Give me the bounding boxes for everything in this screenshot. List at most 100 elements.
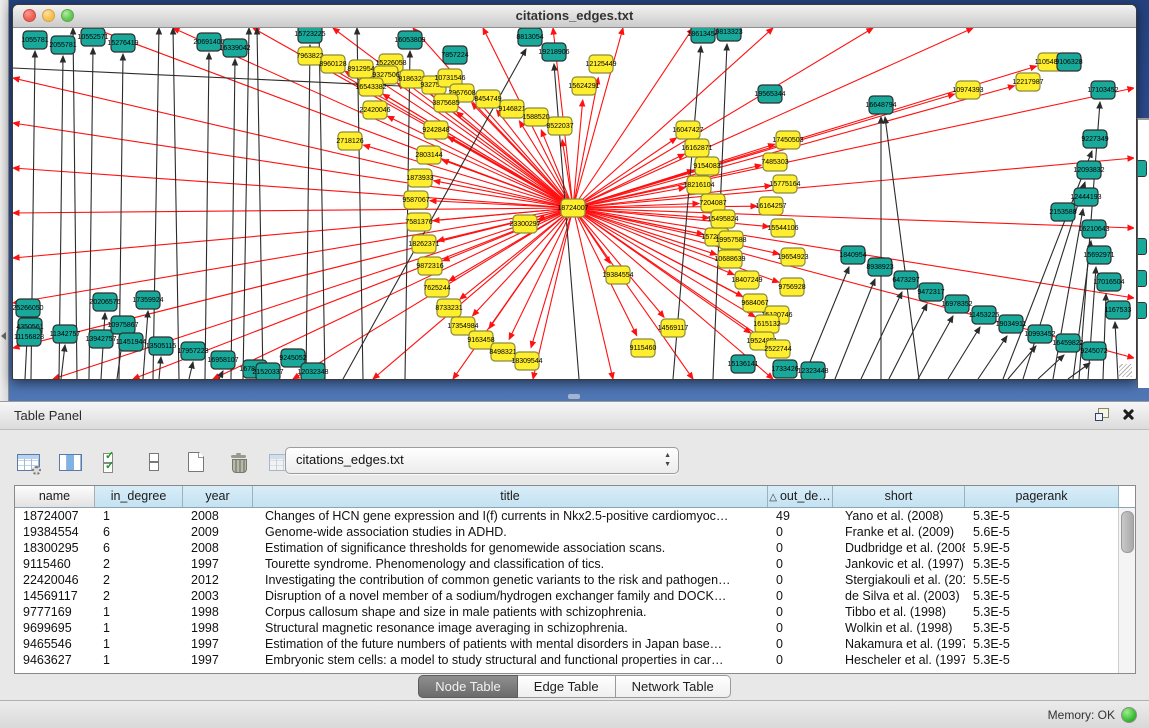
network-graph[interactable]: 7963822896012889129541522605893275061654…	[13, 28, 1134, 379]
network-node[interactable]: 10993452	[1024, 325, 1055, 343]
network-node[interactable]: 12323448	[797, 362, 828, 379]
new-table-icon[interactable]	[182, 447, 210, 477]
network-node[interactable]: 18613454	[687, 28, 718, 43]
table-row[interactable]: 946554611997Estimation of the future num…	[15, 636, 1119, 652]
network-node[interactable]: 16459822	[1052, 334, 1083, 352]
network-node[interactable]: 1840954	[839, 246, 866, 264]
network-node[interactable]: 7485303	[761, 153, 788, 171]
network-node[interactable]: 18407249	[731, 271, 762, 289]
network-node[interactable]: 9472317	[917, 283, 944, 301]
network-node[interactable]: 8960128	[319, 55, 346, 73]
network-node[interactable]: 23300297	[509, 215, 540, 233]
network-node[interactable]: 10552571	[77, 28, 108, 46]
window-titlebar[interactable]: citations_edges.txt	[13, 5, 1136, 28]
delete-table-icon[interactable]	[224, 447, 252, 477]
select-columns-icon[interactable]: ✓ ✓	[98, 447, 126, 477]
network-node[interactable]: 19565344	[754, 85, 785, 103]
network-node[interactable]: 1733426	[771, 360, 798, 378]
network-node[interactable]: 16210643	[1078, 220, 1109, 238]
network-node[interactable]: 17016504	[1093, 273, 1124, 291]
network-node[interactable]: 6473297	[892, 271, 919, 289]
network-node[interactable]: 16053809	[394, 31, 425, 49]
window-resize-grip[interactable]	[1119, 364, 1132, 377]
network-node-hub[interactable]: 18724007	[557, 199, 588, 217]
network-node[interactable]: 8522037	[546, 117, 573, 135]
network-node[interactable]: 22420046	[359, 101, 390, 119]
network-node[interactable]: 1055781	[21, 31, 48, 49]
network-node[interactable]: 9106328	[1055, 53, 1082, 71]
network-node[interactable]: 9115460	[630, 339, 657, 357]
network-node[interactable]: 2055781	[49, 36, 76, 54]
network-node[interactable]: 11451944	[116, 333, 147, 351]
network-node[interactable]: 15692971	[1083, 246, 1114, 264]
network-node[interactable]: 2153588	[1049, 203, 1076, 221]
table-row[interactable]: 1872400712008Changes of HCN gene express…	[15, 508, 1119, 524]
tab-node-table[interactable]: Node Table	[418, 675, 518, 698]
network-node[interactable]: 12217987	[1012, 73, 1043, 91]
network-node[interactable]: 11342757	[50, 325, 81, 343]
network-node[interactable]: 18309544	[511, 352, 542, 370]
network-node[interactable]: 17103452	[1087, 81, 1118, 99]
column-header-year[interactable]: year	[183, 486, 253, 507]
network-node[interactable]: 8813054	[516, 28, 543, 46]
horizontal-split-handle[interactable]	[568, 394, 580, 399]
column-header-pagerank[interactable]: pagerank	[965, 486, 1119, 507]
table-row[interactable]: 1938455462009Genome-wide association stu…	[15, 524, 1119, 540]
network-node[interactable]: 8912954	[347, 60, 374, 78]
vertical-scrollbar[interactable]	[1118, 508, 1135, 673]
network-node[interactable]: 19218906	[538, 43, 569, 61]
table-row[interactable]: 1456911722003Disruption of a novel membe…	[15, 588, 1119, 604]
network-node[interactable]: 16339042	[219, 39, 250, 57]
network-node[interactable]: 8733231	[435, 299, 462, 317]
network-node[interactable]: 9242848	[422, 121, 449, 139]
table-row[interactable]: 2242004622012Investigating the contribut…	[15, 572, 1119, 588]
network-node[interactable]: 16164257	[755, 197, 786, 215]
network-node[interactable]: 9756928	[778, 278, 805, 296]
network-view-window[interactable]: citations_edges.txt 79638228960128891295…	[12, 4, 1137, 380]
network-node[interactable]: 19384554	[602, 266, 633, 284]
network-node[interactable]: 10975867	[107, 316, 138, 334]
column-header-title[interactable]: title	[253, 486, 768, 507]
network-node[interactable]: 15775164	[769, 175, 800, 193]
network-node[interactable]: 16978352	[941, 295, 972, 313]
network-node[interactable]: 12125449	[585, 55, 616, 73]
network-node[interactable]: 9587067	[402, 191, 429, 209]
network-node[interactable]: 19034911	[996, 315, 1027, 333]
float-panel-icon[interactable]	[1095, 408, 1109, 421]
network-node[interactable]: 16648794	[865, 96, 896, 114]
network-node[interactable]: 9245072	[1080, 342, 1107, 360]
network-node[interactable]: 19957588	[715, 231, 746, 249]
column-header-outde[interactable]: △out_de…	[768, 486, 833, 507]
network-node[interactable]: 9227349	[1081, 130, 1108, 148]
network-node[interactable]: 15276419	[107, 34, 138, 52]
tab-network-table[interactable]: Network Table	[616, 675, 731, 698]
network-node[interactable]: 2803144	[415, 146, 442, 164]
network-node[interactable]: 9872316	[416, 257, 443, 275]
network-node[interactable]: 2718126	[336, 132, 363, 150]
rows-icon[interactable]	[140, 447, 168, 477]
column-header-indegree[interactable]: in_degree	[95, 486, 183, 507]
network-node[interactable]: 9813323	[715, 28, 742, 41]
tab-edge-table[interactable]: Edge Table	[518, 675, 616, 698]
network-node[interactable]: 1167533	[1105, 301, 1132, 319]
close-panel-icon[interactable]	[1122, 408, 1135, 421]
table-panel-header[interactable]: Table Panel	[0, 402, 1149, 430]
collapse-left-arrow-icon[interactable]	[1, 332, 6, 340]
network-node[interactable]: 21520337	[252, 363, 283, 379]
network-node[interactable]: 10688639	[714, 250, 745, 268]
table-row[interactable]: 969969511998Structural magnetic resonanc…	[15, 620, 1119, 636]
network-node[interactable]: 2522744	[764, 340, 791, 358]
scrollbar-thumb[interactable]	[1121, 511, 1134, 553]
network-node[interactable]: 15136141	[727, 355, 758, 373]
network-node[interactable]: 12093832	[1073, 161, 1104, 179]
network-canvas[interactable]: 7963822896012889129541522605893275061654…	[13, 28, 1134, 379]
table-row[interactable]: 946362711997Embryonic stem cells: a mode…	[15, 652, 1119, 668]
table-settings-icon[interactable]	[14, 447, 42, 477]
network-node[interactable]: 17359924	[132, 291, 163, 309]
column-header-name[interactable]: name	[15, 486, 95, 507]
network-node[interactable]: 10974393	[952, 81, 983, 99]
network-node[interactable]: 19654923	[777, 248, 808, 266]
network-node[interactable]: 11156828	[14, 328, 44, 346]
network-node[interactable]: 15624291	[568, 77, 599, 95]
network-node[interactable]: 3875685	[432, 94, 459, 112]
